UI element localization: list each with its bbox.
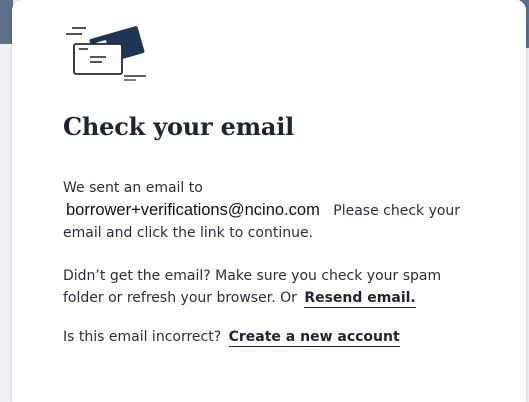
sent-message: We sent an email to borrower+verificatio… xyxy=(63,177,483,244)
incorrect-text: Is this email incorrect? xyxy=(63,329,222,345)
verification-card: Check your email We sent an email to bor… xyxy=(12,0,526,402)
not-received-message: Didn’t get the email? Make sure you chec… xyxy=(63,265,483,309)
page-title: Check your email xyxy=(63,112,295,141)
incorrect-email-message: Is this email incorrect? Create a new ac… xyxy=(63,326,483,348)
email-address: borrower+verifications@ncino.com xyxy=(66,201,320,219)
sent-lead: We sent an email to xyxy=(63,180,203,196)
resend-email-link[interactable]: Resend email. xyxy=(304,290,416,308)
envelope-send-icon xyxy=(66,26,146,81)
create-account-link[interactable]: Create a new account xyxy=(228,329,400,347)
